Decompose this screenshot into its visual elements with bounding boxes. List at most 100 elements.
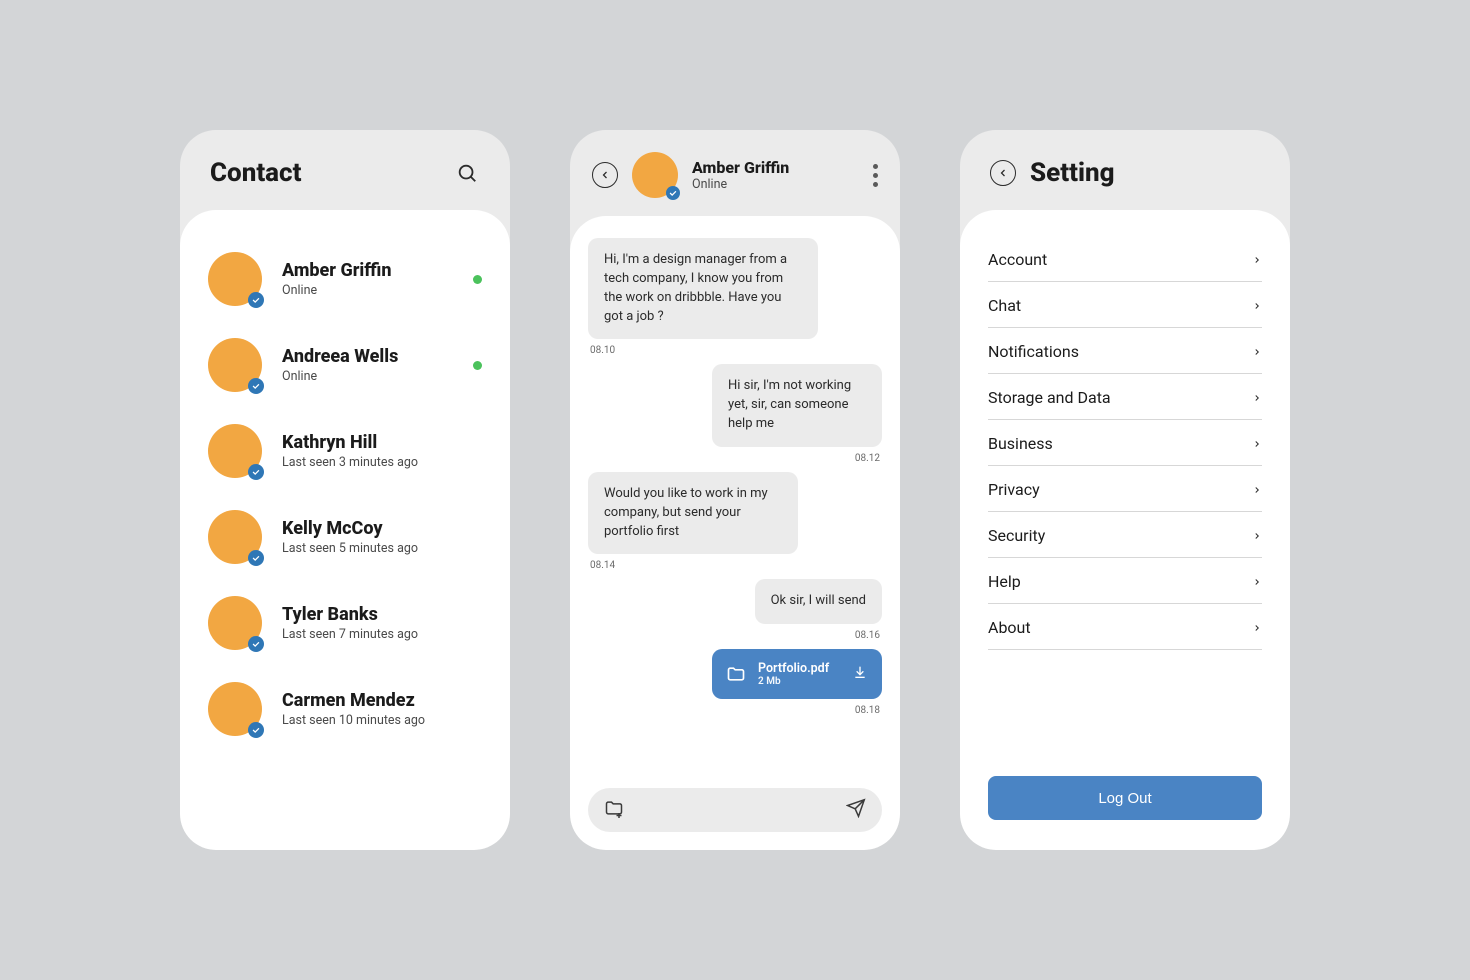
contact-status: Last seen 3 minutes ago bbox=[282, 455, 482, 470]
contact-name: Andreea Wells bbox=[282, 346, 453, 367]
avatar bbox=[208, 252, 262, 306]
chat-screen: Amber Griffin Online Hi, I'm a design ma… bbox=[570, 130, 900, 850]
setting-item-account[interactable]: Account bbox=[988, 236, 1262, 282]
contact-screen: Contact Amber Griffin Online bbox=[180, 130, 510, 850]
message-time: 08.14 bbox=[590, 560, 615, 571]
setting-label: Notifications bbox=[988, 342, 1079, 361]
contact-item[interactable]: Kathryn Hill Last seen 3 minutes ago bbox=[208, 408, 482, 494]
setting-item-notifications[interactable]: Notifications bbox=[988, 328, 1262, 374]
contact-title: Contact bbox=[210, 158, 440, 188]
avatar bbox=[208, 510, 262, 564]
chevron-right-icon bbox=[1252, 393, 1262, 403]
contact-status: Last seen 5 minutes ago bbox=[282, 541, 482, 556]
chat-header: Amber Griffin Online bbox=[570, 130, 900, 216]
message-bubble: Hi, I'm a design manager from a tech com… bbox=[588, 238, 818, 339]
online-dot-icon bbox=[473, 361, 482, 370]
settings-title: Setting bbox=[1030, 158, 1260, 188]
contact-name: Kathryn Hill bbox=[282, 432, 482, 453]
chat-body: Hi, I'm a design manager from a tech com… bbox=[570, 216, 900, 850]
message-incoming: Would you like to work in my company, bu… bbox=[588, 472, 882, 572]
chevron-right-icon bbox=[1252, 531, 1262, 541]
back-icon[interactable] bbox=[592, 162, 618, 188]
chevron-right-icon bbox=[1252, 623, 1262, 633]
message-time: 08.12 bbox=[855, 453, 880, 464]
contact-name: Tyler Banks bbox=[282, 604, 482, 625]
message-input-bar[interactable] bbox=[588, 788, 882, 832]
chevron-right-icon bbox=[1252, 439, 1262, 449]
back-icon[interactable] bbox=[990, 160, 1016, 186]
setting-label: Help bbox=[988, 572, 1021, 591]
logout-button[interactable]: Log Out bbox=[988, 776, 1262, 820]
verified-badge-icon bbox=[248, 636, 264, 652]
verified-badge-icon bbox=[248, 292, 264, 308]
message-bubble: Hi sir, I'm not working yet, sir, can so… bbox=[712, 364, 882, 447]
contact-list: Amber Griffin Online Andreea Wells Onlin… bbox=[180, 210, 510, 850]
setting-label: Security bbox=[988, 526, 1045, 545]
chat-name: Amber Griffin bbox=[692, 158, 789, 177]
chevron-right-icon bbox=[1252, 347, 1262, 357]
setting-label: About bbox=[988, 618, 1031, 637]
message-bubble: Ok sir, I will send bbox=[755, 579, 882, 624]
contact-status: Last seen 10 minutes ago bbox=[282, 713, 482, 728]
contact-status: Last seen 7 minutes ago bbox=[282, 627, 482, 642]
download-icon[interactable] bbox=[852, 664, 868, 684]
message-time: 08.10 bbox=[590, 345, 615, 356]
setting-item-privacy[interactable]: Privacy bbox=[988, 466, 1262, 512]
verified-badge-icon bbox=[248, 464, 264, 480]
contact-item[interactable]: Kelly McCoy Last seen 5 minutes ago bbox=[208, 494, 482, 580]
chevron-right-icon bbox=[1252, 577, 1262, 587]
settings-screen: Setting Account Chat Notifications Stora… bbox=[960, 130, 1290, 850]
setting-label: Privacy bbox=[988, 480, 1040, 499]
message-bubble: Would you like to work in my company, bu… bbox=[588, 472, 798, 555]
file-size: 2 Mb bbox=[758, 676, 829, 687]
contact-status: Online bbox=[282, 369, 453, 384]
avatar bbox=[208, 682, 262, 736]
chat-avatar[interactable] bbox=[632, 152, 678, 198]
avatar bbox=[208, 424, 262, 478]
search-icon[interactable] bbox=[454, 160, 480, 186]
verified-badge-icon bbox=[248, 722, 264, 738]
chevron-right-icon bbox=[1252, 255, 1262, 265]
setting-item-security[interactable]: Security bbox=[988, 512, 1262, 558]
setting-item-help[interactable]: Help bbox=[988, 558, 1262, 604]
contact-status: Online bbox=[282, 283, 453, 298]
attach-folder-icon[interactable] bbox=[604, 798, 624, 822]
settings-header: Setting bbox=[960, 130, 1290, 210]
setting-label: Account bbox=[988, 250, 1047, 269]
file-name: Portfolio.pdf bbox=[758, 661, 829, 676]
setting-item-storage[interactable]: Storage and Data bbox=[988, 374, 1262, 420]
send-icon[interactable] bbox=[846, 798, 866, 822]
chevron-right-icon bbox=[1252, 485, 1262, 495]
setting-label: Storage and Data bbox=[988, 388, 1111, 407]
message-outgoing: Hi sir, I'm not working yet, sir, can so… bbox=[588, 364, 882, 464]
folder-icon bbox=[726, 664, 746, 684]
contact-item[interactable]: Andreea Wells Online bbox=[208, 322, 482, 408]
message-time: 08.16 bbox=[855, 630, 880, 641]
settings-list: Account Chat Notifications Storage and D… bbox=[960, 210, 1290, 850]
more-icon[interactable] bbox=[873, 164, 878, 187]
message-incoming: Hi, I'm a design manager from a tech com… bbox=[588, 238, 882, 356]
chevron-right-icon bbox=[1252, 301, 1262, 311]
setting-label: Business bbox=[988, 434, 1053, 453]
message-outgoing: Ok sir, I will send 08.16 bbox=[588, 579, 882, 641]
avatar bbox=[208, 596, 262, 650]
verified-badge-icon bbox=[248, 550, 264, 566]
contact-item[interactable]: Carmen Mendez Last seen 10 minutes ago bbox=[208, 666, 482, 752]
verified-badge-icon bbox=[248, 378, 264, 394]
setting-item-business[interactable]: Business bbox=[988, 420, 1262, 466]
contact-name: Carmen Mendez bbox=[282, 690, 482, 711]
contact-name: Kelly McCoy bbox=[282, 518, 482, 539]
verified-badge-icon bbox=[666, 186, 680, 200]
avatar bbox=[208, 338, 262, 392]
chat-status: Online bbox=[692, 177, 789, 192]
contact-item[interactable]: Amber Griffin Online bbox=[208, 236, 482, 322]
contact-name: Amber Griffin bbox=[282, 260, 453, 281]
setting-item-chat[interactable]: Chat bbox=[988, 282, 1262, 328]
setting-label: Chat bbox=[988, 296, 1021, 315]
file-bubble[interactable]: Portfolio.pdf 2 Mb bbox=[712, 649, 882, 699]
online-dot-icon bbox=[473, 275, 482, 284]
message-time: 08.18 bbox=[855, 705, 880, 716]
setting-item-about[interactable]: About bbox=[988, 604, 1262, 650]
contact-header: Contact bbox=[180, 130, 510, 210]
contact-item[interactable]: Tyler Banks Last seen 7 minutes ago bbox=[208, 580, 482, 666]
